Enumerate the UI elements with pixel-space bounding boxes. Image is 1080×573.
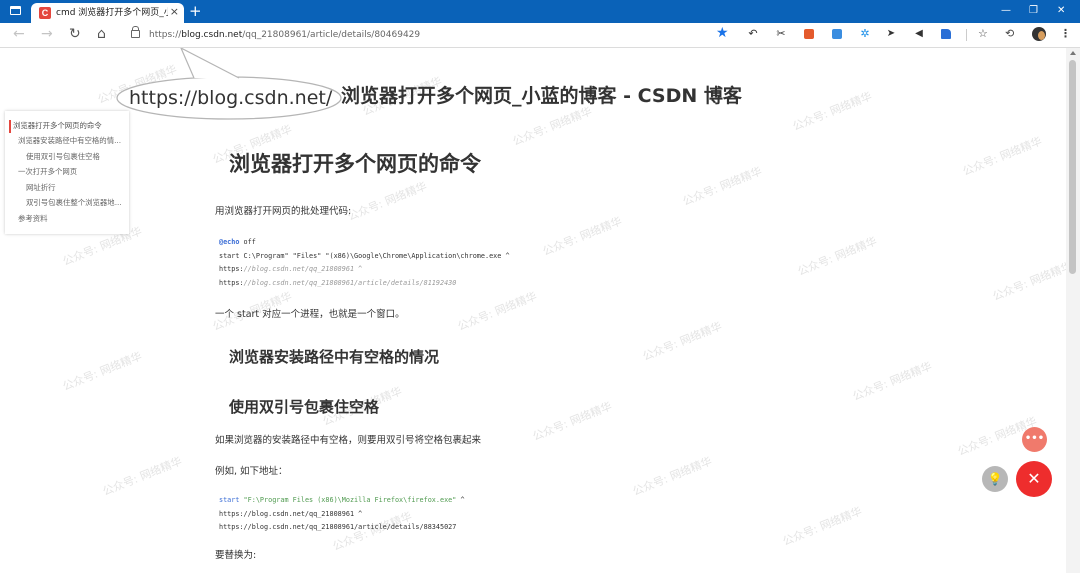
code-line: https://blog.csdn.net/qq_21808961/articl… bbox=[219, 523, 457, 531]
grid-extension-icon[interactable]: ✲ bbox=[860, 28, 870, 39]
code-text: https: bbox=[219, 265, 244, 273]
send-extension-icon[interactable]: ➤ bbox=[886, 29, 896, 39]
code-line: start C:\Program" "Files" "(x86)\Google\… bbox=[219, 251, 510, 260]
favorite-star-icon[interactable]: ★ bbox=[716, 25, 729, 41]
toc-item[interactable]: 网址折行 bbox=[26, 183, 127, 193]
code-string: "F:\Program Files (x86)\Mozilla Firefox\… bbox=[239, 496, 457, 504]
home-button[interactable]: ⌂ bbox=[97, 26, 106, 42]
close-floating-button[interactable]: ✕ bbox=[1016, 461, 1052, 497]
forward-button[interactable]: → bbox=[41, 26, 53, 42]
browser-tab[interactable]: C cmd 浏览器打开多个网页_小蓝的 × bbox=[31, 3, 184, 23]
toc-active-indicator bbox=[9, 120, 11, 133]
watermark: 公众号: 网络精华 bbox=[960, 134, 1044, 179]
paragraph: 如果浏览器的安装路径中有空格，则要用双引号将空格包裹起来 bbox=[215, 435, 482, 446]
watermark: 公众号: 网络精华 bbox=[455, 289, 539, 334]
toc-item[interactable]: 一次打开多个网页 bbox=[18, 167, 127, 177]
new-tab-button[interactable]: + bbox=[189, 3, 202, 19]
watermark: 公众号: 网络精华 bbox=[795, 234, 879, 279]
more-menu-icon[interactable]: ⋮ bbox=[1060, 27, 1071, 41]
translate-extension-icon[interactable]: ↶ bbox=[748, 28, 758, 39]
window-menu-icon[interactable] bbox=[10, 6, 21, 15]
page-heading: 浏览器打开多个网页_小蓝的博客 - CSDN 博客 bbox=[341, 85, 742, 107]
profile-avatar[interactable] bbox=[1032, 27, 1046, 41]
tools-extension-icon[interactable]: ✂ bbox=[776, 28, 786, 39]
callout-url-text: https://blog.csdn.net/ bbox=[129, 87, 333, 109]
toc-item[interactable]: 双引号包裹住整个浏览器地... bbox=[26, 198, 127, 208]
watermark: 公众号: 网络精华 bbox=[680, 164, 764, 209]
reload-button[interactable]: ↻ bbox=[69, 26, 81, 42]
watermark: 公众号: 网络精华 bbox=[540, 214, 624, 259]
watermark: 公众号: 网络精华 bbox=[100, 454, 184, 499]
paragraph: 要替换为: bbox=[215, 550, 257, 561]
code-block: start "F:\Program Files (x86)\Mozilla Fi… bbox=[219, 494, 465, 535]
code-comment: //blog.csdn.net/qq_21808961/article/deta… bbox=[243, 278, 457, 287]
watermark: 公众号: 网络精华 bbox=[990, 259, 1066, 304]
toc-item[interactable]: 使用双引号包裹住空格 bbox=[26, 152, 127, 162]
code-keyword: start bbox=[219, 496, 240, 504]
code-block: @echo off start C:\Program" "Files" "(x8… bbox=[219, 236, 510, 290]
close-window-button[interactable]: ✕ bbox=[1057, 4, 1065, 18]
watermark: 公众号: 网络精华 bbox=[345, 179, 429, 224]
restore-button[interactable]: ❐ bbox=[1029, 4, 1038, 18]
tag-extension-icon[interactable] bbox=[941, 29, 951, 39]
article-title: 浏览器打开多个网页的命令 bbox=[229, 152, 481, 176]
code-text: off bbox=[239, 238, 256, 246]
code-text: ^ bbox=[456, 496, 465, 504]
lightbulb-button[interactable]: 💡 bbox=[982, 466, 1008, 492]
vertical-scrollbar[interactable] bbox=[1066, 48, 1080, 573]
title-bar: C cmd 浏览器打开多个网页_小蓝的 × + — ❐ ✕ bbox=[0, 0, 1080, 23]
square-extension-icon[interactable] bbox=[832, 29, 842, 39]
url-host: blog.csdn.net bbox=[181, 30, 243, 40]
browser-toolbar: ← → ↻ ⌂ https://blog.csdn.net/qq_2180896… bbox=[0, 23, 1080, 48]
url-path: /qq_21808961/article/details/80469429 bbox=[242, 30, 421, 40]
toc-item[interactable]: 浏览器打开多个网页的命令 bbox=[13, 121, 127, 131]
toolbar-separator bbox=[966, 29, 967, 41]
minimize-button[interactable]: — bbox=[1001, 4, 1011, 18]
table-of-contents: 浏览器打开多个网页的命令 浏览器安装路径中有空格的情... 使用双引号包裹住空格… bbox=[5, 111, 129, 234]
tab-close-icon[interactable]: × bbox=[170, 5, 179, 19]
section-heading: 浏览器安装路径中有空格的情况 bbox=[229, 348, 440, 366]
back-button[interactable]: ← bbox=[13, 26, 25, 42]
toc-item[interactable]: 参考资料 bbox=[18, 214, 127, 224]
csdn-favicon-icon: C bbox=[39, 7, 51, 19]
watermark: 公众号: 网络精华 bbox=[850, 359, 934, 404]
more-options-button[interactable]: ••• bbox=[1022, 427, 1047, 452]
tab-title: cmd 浏览器打开多个网页_小蓝的 bbox=[56, 8, 168, 18]
watermark: 公众号: 网络精华 bbox=[790, 89, 874, 134]
audio-extension-icon[interactable]: ◀ bbox=[914, 29, 924, 39]
favorites-icon[interactable]: ☆ bbox=[978, 27, 988, 41]
watermark: 公众号: 网络精华 bbox=[530, 399, 614, 444]
history-icon[interactable]: ⟲ bbox=[1005, 27, 1014, 41]
watermark: 公众号: 网络精华 bbox=[630, 454, 714, 499]
code-keyword: @echo bbox=[219, 238, 240, 246]
note-extension-icon[interactable] bbox=[804, 29, 814, 39]
watermark: 公众号: 网络精华 bbox=[60, 349, 144, 394]
watermark: 公众号: 网络精华 bbox=[780, 504, 864, 549]
paragraph: 用浏览器打开网页的批处理代码: bbox=[215, 206, 352, 217]
code-line: https://blog.csdn.net/qq_21808961 ^ bbox=[219, 509, 363, 518]
code-text: https: bbox=[219, 278, 244, 287]
lock-icon[interactable] bbox=[131, 26, 140, 38]
watermark: 公众号: 网络精华 bbox=[510, 104, 594, 149]
paragraph: 例如, 如下地址： bbox=[215, 466, 288, 477]
url-prefix: https:// bbox=[149, 30, 182, 40]
scrollbar-thumb[interactable] bbox=[1069, 60, 1076, 274]
page-content: 公众号: 网络精华 公众号: 网络精华 公众号: 网络精华 公众号: 网络精华 … bbox=[0, 48, 1066, 573]
code-comment: //blog.csdn.net/qq_21808961 ^ bbox=[243, 265, 363, 273]
address-bar[interactable]: https://blog.csdn.net/qq_21808961/articl… bbox=[149, 29, 420, 41]
paragraph: 一个 start 对应一个进程，也就是一个窗口。 bbox=[215, 309, 405, 320]
watermark: 公众号: 网络精华 bbox=[640, 319, 724, 364]
toc-item[interactable]: 浏览器安装路径中有空格的情... bbox=[18, 136, 127, 146]
section-heading: 使用双引号包裹住空格 bbox=[229, 398, 380, 416]
scroll-up-arrow-icon[interactable] bbox=[1070, 51, 1076, 55]
